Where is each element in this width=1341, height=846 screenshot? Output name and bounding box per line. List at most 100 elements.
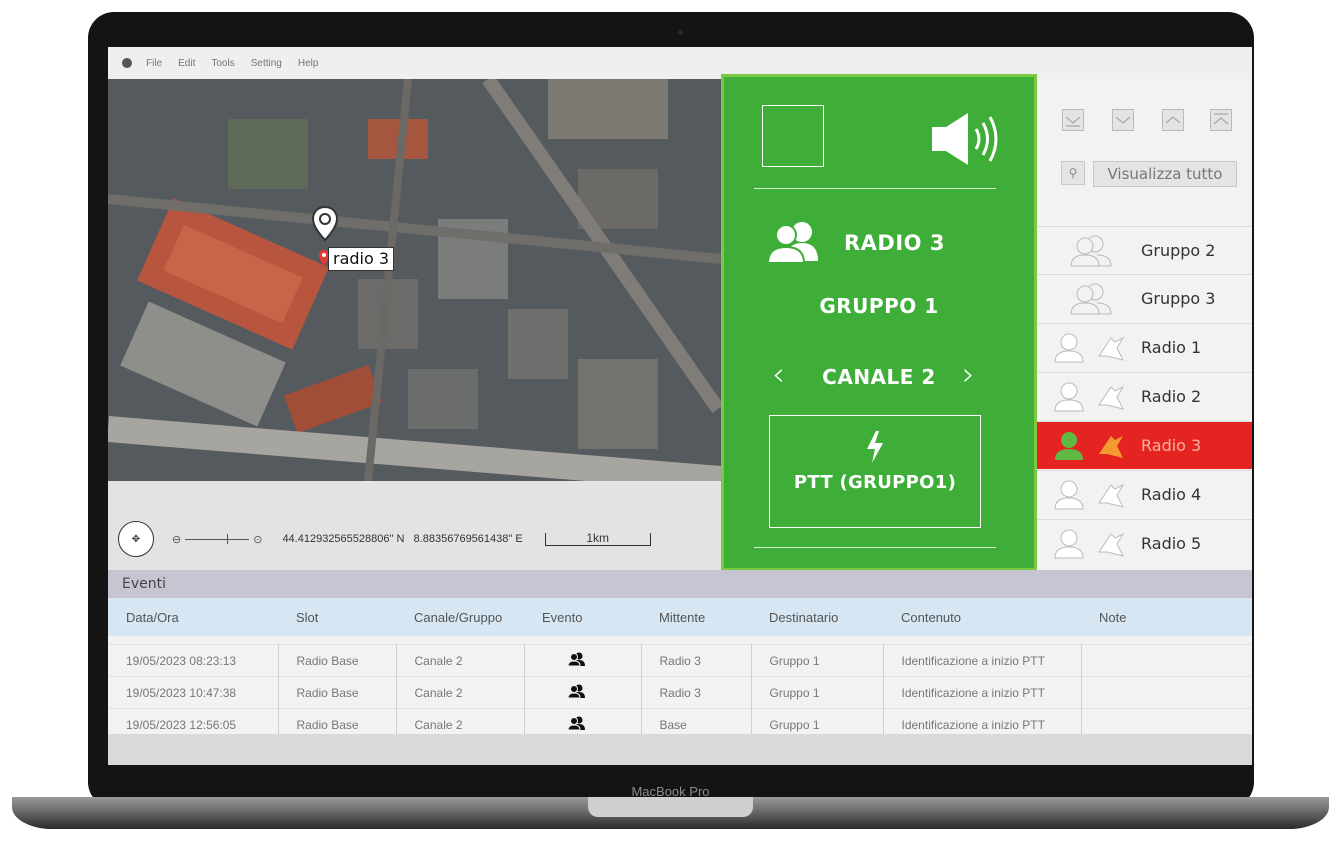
list-item-label: Radio 2: [1141, 387, 1202, 406]
user-icon: [1054, 333, 1084, 363]
scroll-down-button[interactable]: [1112, 109, 1134, 131]
map-scale: 1km: [544, 532, 651, 546]
table-cell: 19/05/2023 10:47:38: [108, 676, 279, 709]
chevron-down-icon: [1115, 116, 1131, 124]
column-header[interactable]: Contenuto: [883, 598, 1081, 636]
zoom-track[interactable]: [185, 533, 250, 544]
column-header[interactable]: Note: [1081, 598, 1252, 636]
map-marker-label[interactable]: radio 3: [328, 247, 395, 271]
compass-icon[interactable]: ✥: [118, 521, 154, 557]
scroll-bottom-button[interactable]: [1062, 109, 1084, 131]
list-item-label: Radio 1: [1141, 338, 1202, 357]
camera: [678, 30, 683, 35]
zoom-slider[interactable]: ⊖ ⊙: [172, 533, 262, 546]
scroll-top-button[interactable]: [1210, 109, 1232, 131]
table-cell: Identificazione a inizio PTT: [883, 676, 1082, 709]
radio-signal-icon: [1099, 436, 1123, 458]
table-row[interactable]: 19/05/2023 10:47:38 Radio Base Canale 2 …: [108, 676, 1252, 709]
group-event-icon: [566, 652, 585, 667]
list-item-label: Gruppo 3: [1141, 289, 1216, 308]
menu-tools[interactable]: Tools: [211, 58, 234, 69]
radio-control-panel: RADIO 3 GRUPPO 1 ‹ CANALE 2 › PTT (GRUPP…: [721, 74, 1037, 571]
laptop-notch: [588, 797, 753, 817]
radio-signal-icon: [1098, 336, 1125, 361]
status-area: [108, 734, 1252, 765]
speaker-icon[interactable]: [930, 111, 1004, 167]
table-cell: Canale 2: [396, 676, 525, 709]
selected-radio-name: RADIO 3: [844, 231, 945, 255]
status-square[interactable]: [762, 105, 824, 167]
table-spacer: [108, 636, 1252, 645]
column-header[interactable]: Canale/Gruppo: [396, 598, 524, 636]
list-item-group[interactable]: Gruppo 2: [1037, 226, 1252, 274]
column-header[interactable]: Destinatario: [751, 598, 883, 636]
channel-name: CANALE 2: [822, 365, 936, 389]
column-header[interactable]: Evento: [524, 598, 641, 636]
menu-help[interactable]: Help: [298, 58, 319, 69]
divider: [754, 188, 996, 189]
menu-edit[interactable]: Edit: [178, 58, 195, 69]
show-all-button[interactable]: Visualizza tutto: [1093, 161, 1237, 187]
zoom-out-icon[interactable]: ⊖: [172, 533, 181, 546]
column-header[interactable]: Data/Ora: [108, 598, 278, 636]
user-icon: [1054, 529, 1084, 559]
list-item-radio[interactable]: Radio 1: [1037, 323, 1252, 371]
table-cell: Gruppo 1: [751, 676, 884, 709]
chevron-top-icon: [1213, 113, 1229, 125]
map-imagery: [108, 79, 721, 481]
column-header[interactable]: Mittente: [641, 598, 751, 636]
list-item-label: Radio 3: [1141, 436, 1202, 455]
table-cell: Radio Base: [278, 644, 397, 677]
user-icon: [1054, 382, 1084, 412]
chevron-bottom-icon: [1065, 116, 1081, 127]
user-icon: [1055, 432, 1083, 460]
selected-group-name: GRUPPO 1: [819, 294, 939, 318]
contacts-sidebar: ⚲ Visualizza tutto Gruppo 2 Gruppo 3 Rad…: [1037, 79, 1252, 570]
table-cell: Gruppo 1: [751, 644, 884, 677]
ptt-button[interactable]: PTT (GRUPPO1): [769, 415, 981, 528]
list-item-radio[interactable]: Radio 4: [1037, 470, 1252, 518]
list-item-label: Radio 5: [1141, 534, 1202, 553]
divider: [754, 547, 996, 548]
location-pin-icon: [311, 205, 339, 242]
device-label: MacBook Pro: [631, 784, 710, 799]
list-item-label: Gruppo 2: [1141, 241, 1216, 260]
radio-signal-icon: [1098, 532, 1125, 557]
satellite-map[interactable]: radio 3 ✥ ⊖ ⊙ 44.412932565528806" N 8.88…: [108, 79, 721, 570]
table-cell: Radio 3: [641, 676, 752, 709]
table-header-row: Data/Ora Slot Canale/Gruppo Evento Mitte…: [108, 598, 1252, 636]
table-cell: [524, 676, 642, 709]
scroll-up-button[interactable]: [1162, 109, 1184, 131]
menu-file[interactable]: File: [146, 58, 162, 69]
radio-signal-icon: [1098, 385, 1125, 410]
group-users-icon: [766, 222, 818, 263]
list-item-label: Radio 4: [1141, 485, 1202, 504]
list-item-radio-selected[interactable]: Radio 3: [1037, 421, 1252, 469]
menu-bar: File Edit Tools Setting Help: [108, 47, 1252, 79]
list-item-radio[interactable]: Radio 2: [1037, 372, 1252, 420]
user-icon: [1054, 480, 1084, 510]
ptt-label: PTT (GRUPPO1): [793, 472, 957, 493]
list-item-radio[interactable]: Radio 5: [1037, 519, 1252, 567]
app-window: File Edit Tools Setting Help radio 3 ✥ ⊖…: [108, 47, 1252, 765]
app-icon: [122, 58, 132, 68]
table-cell: Identificazione a inizio PTT: [883, 644, 1082, 677]
list-item-group[interactable]: Gruppo 3: [1037, 274, 1252, 322]
group-event-icon: [566, 684, 585, 699]
radio-signal-icon: [1098, 483, 1125, 508]
table-cell: [524, 644, 642, 677]
chevron-up-icon: [1165, 116, 1181, 124]
search-icon[interactable]: ⚲: [1061, 161, 1085, 185]
next-channel-button[interactable]: ›: [962, 355, 975, 393]
table-cell: [1081, 644, 1252, 677]
table-cell: Radio 3: [641, 644, 752, 677]
menu-setting[interactable]: Setting: [251, 58, 282, 69]
table-cell: [1081, 676, 1252, 709]
column-header[interactable]: Slot: [278, 598, 396, 636]
table-cell: Canale 2: [396, 644, 525, 677]
table-cell: 19/05/2023 08:23:13: [108, 644, 279, 677]
group-event-icon: [566, 716, 585, 731]
table-row[interactable]: 19/05/2023 08:23:13 Radio Base Canale 2 …: [108, 644, 1252, 677]
zoom-in-icon[interactable]: ⊙: [253, 533, 262, 546]
group-icon: [1070, 235, 1112, 267]
